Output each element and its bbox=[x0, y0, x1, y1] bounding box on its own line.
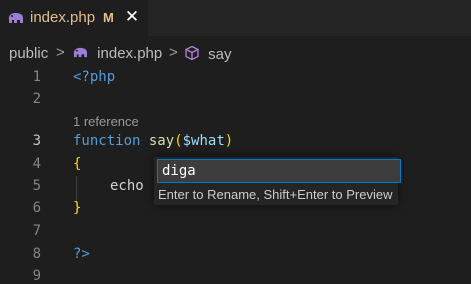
tab-title: index.php bbox=[30, 9, 96, 26]
function-name: say bbox=[148, 133, 175, 149]
code-line-8: ?> bbox=[73, 246, 90, 262]
close-icon[interactable]: ✕ bbox=[124, 7, 140, 27]
chevron-right-icon: > bbox=[169, 44, 178, 61]
line-number: 1 bbox=[32, 69, 41, 85]
cube-symbol-icon bbox=[185, 45, 199, 61]
line-number: 3 bbox=[32, 133, 41, 149]
param-variable: $what bbox=[182, 133, 225, 149]
rename-hint: Enter to Rename, Shift+Enter to Preview bbox=[158, 187, 393, 202]
line-number: 8 bbox=[32, 246, 41, 262]
code-line-4: { bbox=[73, 156, 82, 172]
rename-input[interactable] bbox=[157, 159, 401, 183]
line-number: 5 bbox=[32, 178, 41, 194]
modified-indicator: M bbox=[103, 10, 114, 25]
php-elephant-icon bbox=[8, 13, 23, 23]
line-number: 9 bbox=[32, 268, 41, 284]
code-line-3: function say($what) bbox=[73, 133, 233, 149]
code-line-1: <?php bbox=[73, 69, 116, 85]
line-number: 7 bbox=[32, 223, 41, 239]
line-number: 4 bbox=[32, 156, 41, 172]
line-number: 2 bbox=[32, 91, 41, 107]
code-line-5: echo bbox=[110, 178, 144, 194]
php-elephant-icon bbox=[73, 47, 87, 58]
paren-open: ( bbox=[174, 133, 183, 149]
rename-widget: Enter to Rename, Shift+Enter to Preview bbox=[154, 157, 401, 205]
chevron-right-icon: > bbox=[56, 44, 65, 61]
codelens-references[interactable]: 1 reference bbox=[73, 114, 139, 129]
line-number: 6 bbox=[32, 200, 41, 216]
breadcrumb-symbol[interactable]: say bbox=[184, 45, 232, 63]
breadcrumb-symbol-label: say bbox=[208, 46, 232, 63]
paren-close: ) bbox=[224, 133, 234, 149]
breadcrumb-file-label: index.php bbox=[97, 45, 163, 62]
tab-index-php[interactable]: index.php M ✕ bbox=[0, 0, 148, 36]
tab-bar: index.php M ✕ bbox=[0, 0, 471, 36]
breadcrumb: public > index.php > say bbox=[0, 36, 471, 70]
breadcrumb-folder[interactable]: public bbox=[9, 45, 48, 62]
code-line-6: } bbox=[73, 200, 82, 216]
breadcrumb-file[interactable]: index.php bbox=[72, 45, 162, 62]
keyword-function: function bbox=[73, 133, 141, 149]
